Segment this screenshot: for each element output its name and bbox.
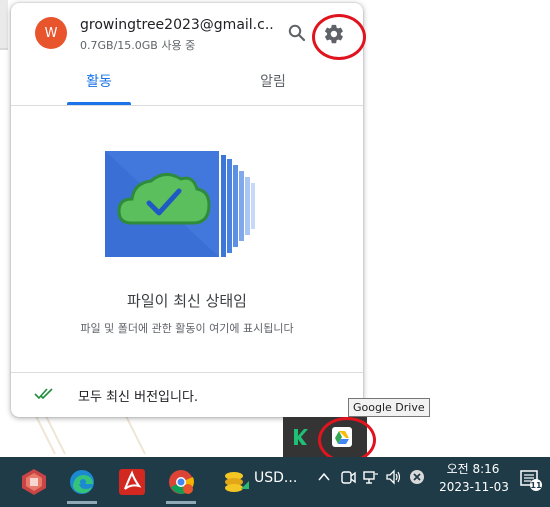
tray-tooltip: Google Drive — [348, 398, 430, 417]
empty-state-subtitle: 파일 및 폴더에 관한 활동이 여기에 표시됩니다 — [80, 322, 294, 335]
network-icon[interactable] — [362, 468, 380, 486]
account-email: growingtree2023@gmail.c... — [80, 17, 275, 33]
drive-activity-panel: W growingtree2023@gmail.c... 0.7GB/15.0G… — [11, 3, 363, 417]
clock-time[interactable]: 오전 8:16 — [445, 460, 501, 477]
edge-active-indicator — [67, 501, 97, 504]
account-avatar[interactable]: W — [35, 17, 67, 49]
clock-date[interactable]: 2023-11-03 — [434, 480, 514, 494]
kaspersky-tray-icon[interactable] — [291, 427, 311, 447]
synced-files-illustration — [105, 151, 255, 257]
tab-divider — [11, 105, 363, 106]
tab-activity[interactable]: 활동 — [67, 71, 131, 91]
chrome-active-indicator — [166, 501, 196, 504]
footer-divider — [11, 372, 363, 373]
background-window-divider — [0, 48, 8, 50]
app-icon[interactable] — [19, 467, 49, 497]
background-decoration — [34, 414, 146, 454]
empty-state-title: 파일이 최신 상태임 — [127, 292, 247, 310]
chrome-icon[interactable] — [166, 467, 196, 497]
stock-widget-label[interactable]: USD... — [254, 470, 297, 486]
notification-count: 11 — [530, 481, 542, 490]
background-window-edge — [0, 0, 8, 48]
acrobat-icon[interactable] — [117, 467, 147, 497]
stock-icon[interactable] — [221, 467, 251, 497]
storage-quota: 0.7GB/15.0GB 사용 중 — [80, 39, 196, 52]
ime-status-icon[interactable] — [408, 468, 426, 486]
highlight-circle-settings — [312, 14, 366, 60]
edge-icon[interactable] — [67, 467, 97, 497]
double-check-icon — [34, 388, 53, 400]
notification-center-icon[interactable]: 11 — [519, 468, 543, 492]
chevron-up-icon[interactable] — [317, 470, 331, 484]
search-icon[interactable] — [287, 23, 307, 43]
tab-notifications[interactable]: 알림 — [247, 71, 299, 91]
sync-status-text: 모두 최신 버전입니다. — [78, 390, 199, 405]
meet-now-icon[interactable] — [339, 468, 357, 486]
volume-icon[interactable] — [385, 468, 403, 486]
